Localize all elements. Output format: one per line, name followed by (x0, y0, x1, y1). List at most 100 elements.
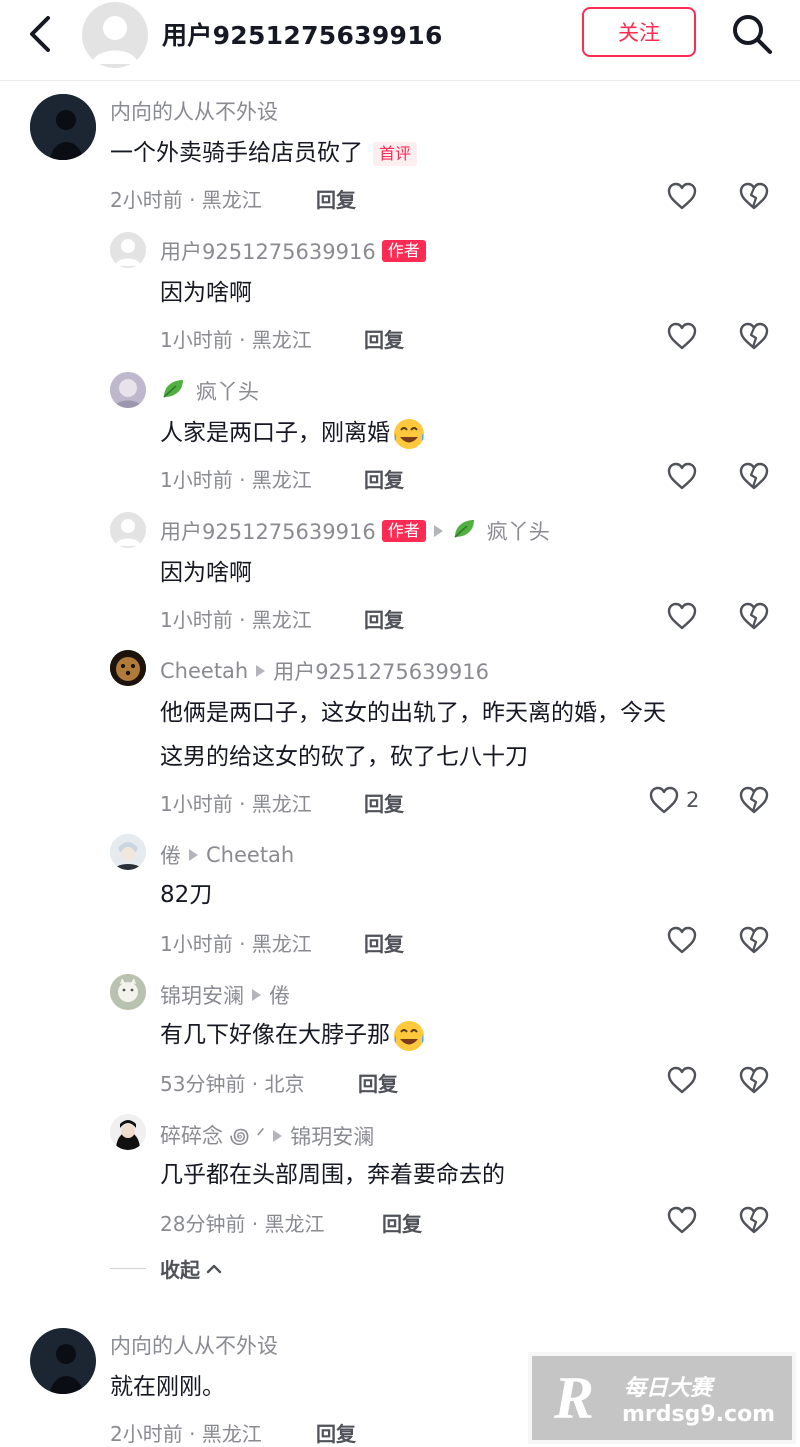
dislike-button[interactable] (738, 321, 770, 355)
crying-laughing-emoji-icon (392, 1019, 426, 1053)
reply-username[interactable]: 疯丫头 (196, 376, 259, 406)
author-badge: 作者 (381, 520, 426, 542)
comment-username[interactable]: 内向的人从不外设 (110, 96, 278, 126)
broken-heart-icon (739, 1206, 769, 1234)
reply-button[interactable]: 回复 (316, 1418, 356, 1447)
avatar[interactable] (30, 94, 96, 160)
broken-heart-icon (739, 602, 769, 630)
reply-body: 人家是两口子，刚离婚 (160, 420, 390, 446)
like-button[interactable] (666, 925, 698, 955)
follow-button[interactable]: 关注 (582, 7, 696, 57)
page-title: 用户9251275639916 (162, 21, 443, 50)
reply-meta: 1小时前 · 黑龙江 (160, 792, 312, 816)
reply-button[interactable]: 回复 (316, 184, 356, 213)
heart-icon (667, 182, 697, 210)
like-button[interactable]: 2 (648, 785, 699, 815)
reply-meta: 1小时前 · 黑龙江 (160, 468, 312, 492)
like-count: 2 (686, 788, 700, 812)
reply-to-arrow-icon (189, 849, 198, 861)
reply-meta: 53分钟前 · 北京 (160, 1072, 305, 1096)
divider (110, 1268, 146, 1269)
watermark-logo: R (554, 1365, 595, 1431)
back-arrow-icon[interactable] (22, 12, 62, 56)
dislike-button[interactable] (738, 1065, 770, 1099)
reply-user-line: 用户9251275639916 作者 疯丫头 (160, 516, 550, 546)
reply-text: 几乎都在头部周围，奔着要命去的 (160, 1162, 505, 1188)
reply-to-username[interactable]: Cheetah (206, 843, 294, 867)
like-button[interactable] (666, 1205, 698, 1235)
reply-to-arrow-icon (252, 989, 261, 1001)
reply-button[interactable]: 回复 (382, 1208, 422, 1237)
reply-user-line: 疯丫头 (160, 376, 259, 406)
reply-text: 因为啥啊 (160, 560, 252, 586)
dislike-button[interactable] (738, 601, 770, 635)
like-button[interactable] (666, 461, 698, 491)
reply-to-username[interactable]: 疯丫头 (487, 516, 550, 546)
heart-icon (649, 786, 679, 814)
dislike-button[interactable] (738, 181, 770, 215)
broken-heart-icon (739, 322, 769, 350)
comment-text: 就在刚刚。 (110, 1374, 225, 1400)
reply-text-line-1: 他俩是两口子，这女的出轨了，昨天离的婚，今天 (160, 700, 666, 726)
heart-icon (667, 602, 697, 630)
like-button[interactable] (666, 601, 698, 631)
first-comment-badge: 首评 (373, 141, 418, 166)
reply-username[interactable]: 碎碎念 ꩜ ᐟ (160, 1120, 265, 1151)
reply-username[interactable]: 锦玥安澜 (160, 980, 244, 1010)
avatar[interactable] (110, 1114, 146, 1150)
dislike-button[interactable] (738, 925, 770, 959)
reply-button[interactable]: 回复 (364, 928, 404, 957)
reply-to-arrow-icon (273, 1129, 283, 1142)
broken-heart-icon (739, 786, 769, 814)
collapse-replies-button[interactable]: 收起 (160, 1254, 224, 1283)
reply-username[interactable]: 用户9251275639916 (160, 236, 376, 266)
author-badge: 作者 (381, 240, 426, 262)
broken-heart-icon (739, 1066, 769, 1094)
heart-icon (667, 322, 697, 350)
avatar[interactable] (110, 512, 146, 548)
reply-to-arrow-icon (256, 665, 266, 677)
avatar[interactable] (30, 1328, 96, 1394)
comment-meta: 2小时前 · 黑龙江 (110, 1422, 262, 1446)
reply-button[interactable]: 回复 (364, 788, 404, 817)
reply-button[interactable]: 回复 (364, 464, 404, 493)
comment-meta: 2小时前 · 黑龙江 (110, 188, 262, 212)
comment-username[interactable]: 内向的人从不外设 (110, 1330, 278, 1360)
like-button[interactable] (666, 181, 698, 211)
like-button[interactable] (666, 321, 698, 351)
reply-meta: 1小时前 · 黑龙江 (160, 608, 312, 632)
reply-button[interactable]: 回复 (364, 324, 404, 353)
broken-heart-icon (739, 926, 769, 954)
avatar[interactable] (110, 372, 146, 408)
like-button[interactable] (666, 1065, 698, 1095)
watermark: R 每日大赛 mrdsg9.com (528, 1352, 796, 1444)
avatar[interactable] (110, 834, 146, 870)
reply-text: 有几下好像在大脖子那 (160, 1013, 426, 1057)
reply-username[interactable]: 用户9251275639916 (160, 516, 376, 546)
dislike-button[interactable] (738, 785, 770, 819)
reply-text: 因为啥啊 (160, 280, 252, 306)
watermark-title: 每日大赛 (624, 1376, 713, 1401)
reply-user-line: 用户9251275639916 作者 (160, 236, 426, 266)
reply-username[interactable]: Cheetah (160, 659, 248, 683)
watermark-url: mrdsg9.com (622, 1402, 776, 1427)
reply-button[interactable]: 回复 (358, 1068, 398, 1097)
dislike-button[interactable] (738, 461, 770, 495)
search-icon[interactable] (728, 10, 776, 58)
reply-to-arrow-icon (433, 525, 443, 537)
reply-to-username[interactable]: 倦 (269, 980, 290, 1010)
heart-icon (667, 1066, 697, 1094)
reply-to-username[interactable]: 用户9251275639916 (273, 656, 489, 686)
avatar[interactable] (110, 650, 146, 686)
reply-username[interactable]: 倦 (160, 840, 181, 870)
reply-to-username[interactable]: 锦玥安澜 (290, 1121, 374, 1151)
leaf-icon (451, 517, 477, 546)
dislike-button[interactable] (738, 1205, 770, 1239)
reply-button[interactable]: 回复 (364, 604, 404, 633)
avatar[interactable] (110, 974, 146, 1010)
avatar[interactable] (110, 232, 146, 268)
profile-avatar[interactable] (82, 2, 148, 68)
reply-text: 人家是两口子，刚离婚 (160, 411, 426, 455)
reply-user-line: 倦 Cheetah (160, 840, 294, 870)
reply-text-line-2: 这男的给这女的砍了，砍了七八十刀 (160, 744, 528, 770)
